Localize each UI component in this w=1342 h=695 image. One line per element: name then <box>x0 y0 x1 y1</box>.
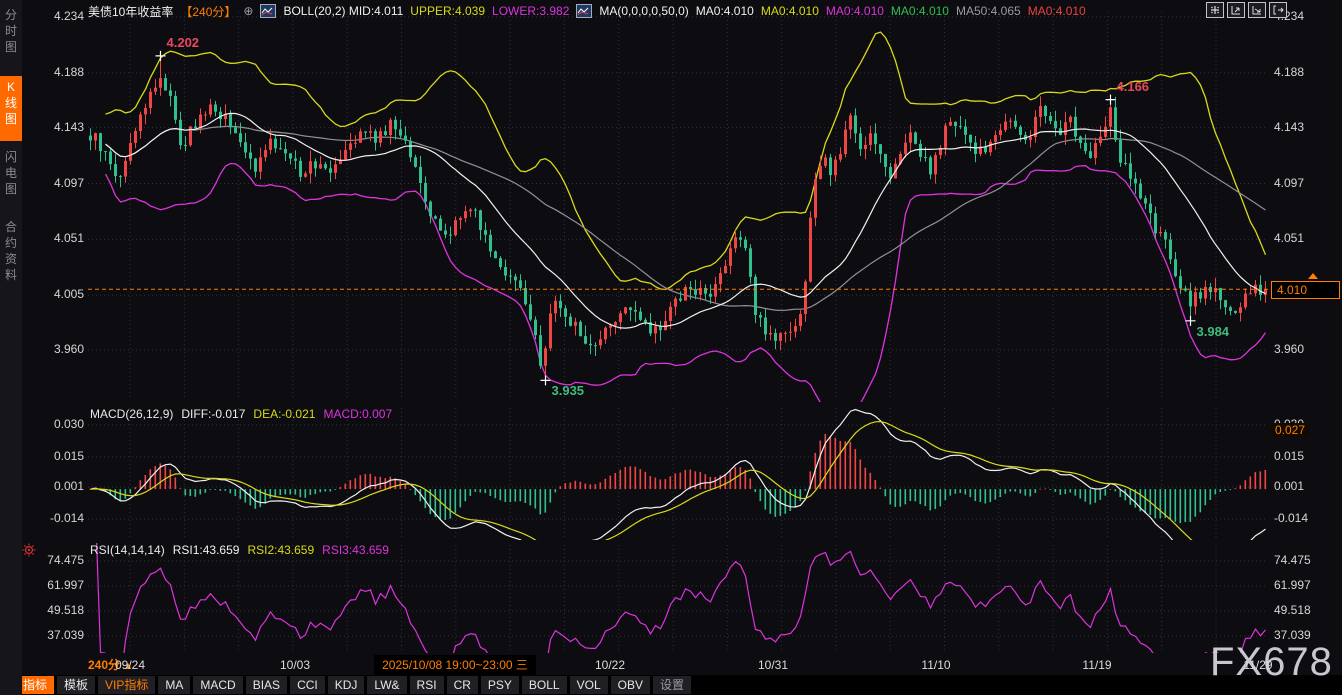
axis-label-right: 4.051 <box>1274 231 1342 245</box>
axis-label-left: 4.234 <box>26 9 84 23</box>
ma-value-label: MA0:4.010 <box>1028 4 1086 18</box>
toolbar-button-kdj[interactable]: KDJ <box>328 676 365 694</box>
rsi1-label: RSI1:43.659 <box>173 543 240 557</box>
macd-diff-label: DIFF:-0.017 <box>181 407 245 421</box>
date-axis-label: 09/24 <box>115 655 145 675</box>
ma-indicator-icon[interactable] <box>576 4 592 18</box>
axis-label-right: 74.475 <box>1274 553 1342 567</box>
axis-label-left: 61.997 <box>26 578 84 592</box>
fx678-watermark: FX678 <box>1210 640 1333 685</box>
current-price-tag: 4.010 <box>1271 281 1340 299</box>
macd-dea-label: DEA:-0.021 <box>253 407 315 421</box>
axis-label-right: 0.001 <box>1274 479 1342 493</box>
alert-sun-icon[interactable] <box>22 543 36 557</box>
toolbar-button-boll[interactable]: BOLL <box>522 676 567 694</box>
toolbar-button-bias[interactable]: BIAS <box>246 676 287 694</box>
indicator-toolbar: 指标模板VIP指标MAMACDBIASCCIKDJLW&RSICRPSYBOLL… <box>16 675 691 695</box>
toolbar-button-cr[interactable]: CR <box>447 676 478 694</box>
ma-value-label: MA0:4.010 <box>891 4 949 18</box>
low-price-annotation: 3.935 <box>552 383 585 398</box>
ma-value-label: MA0:4.010 <box>761 4 819 18</box>
price-up-arrow-icon <box>1308 273 1318 279</box>
chart-type-sidebar: 分时图 K线图闪电图合约资料 <box>0 0 22 695</box>
rsi-panel-header: RSI(14,14,14) RSI1:43.659 RSI2:43.659 RSI3:… <box>90 543 397 559</box>
macd-macd-label: MACD:0.007 <box>323 407 392 421</box>
rsi3-label: RSI3:43.659 <box>322 543 389 557</box>
high-price-annotation: 4.202 <box>167 35 200 50</box>
rsi-name-label: RSI(14,14,14) <box>90 543 165 557</box>
boll-upper-label: UPPER:4.039 <box>410 4 485 18</box>
axis-label-left: -0.014 <box>26 511 84 525</box>
date-axis-label: 11/19 <box>1082 655 1111 675</box>
axis-label-right: 3.960 <box>1274 342 1342 356</box>
toolbar-button-psy[interactable]: PSY <box>481 676 519 694</box>
sidebar-tab-kline-chart[interactable]: K线图 <box>0 76 22 141</box>
instrument-title: 美债10年收益率 <box>88 3 173 20</box>
toolbar-button-vip[interactable]: VIP指标 <box>98 676 155 694</box>
zoom-y-icon[interactable] <box>1227 2 1245 18</box>
axis-label-left: 4.051 <box>26 231 84 245</box>
boll-indicator-icon[interactable] <box>260 4 276 18</box>
axis-label-right: 49.518 <box>1274 603 1342 617</box>
crosshair-date-label: 2025/10/08 19:00~23:00 三 <box>374 655 536 675</box>
ma-value-label: MA0:4.010 <box>696 4 754 18</box>
date-axis-label: 10/22 <box>595 655 625 675</box>
axis-label-left: 0.015 <box>26 449 84 463</box>
date-axis-label: 10/31 <box>758 655 788 675</box>
low-price-annotation: 3.984 <box>1197 324 1230 339</box>
axis-label-right: 4.097 <box>1274 176 1342 190</box>
axis-label-left: 0.001 <box>26 479 84 493</box>
macd-name-label: MACD(26,12,9) <box>90 407 173 421</box>
chart-background[interactable] <box>22 0 1342 675</box>
axis-label-right: 0.015 <box>1274 449 1342 463</box>
axis-label-right: 4.143 <box>1274 120 1342 134</box>
sidebar-tab-contract-info[interactable]: 合约资料 <box>0 216 22 301</box>
toolbar-button-obv[interactable]: OBV <box>611 676 650 694</box>
toolbar-button-[interactable]: 模板 <box>57 676 95 694</box>
axis-label-left: 0.030 <box>26 417 84 431</box>
date-axis-label: 10/03 <box>280 655 310 675</box>
axis-label-left: 4.143 <box>26 120 84 134</box>
toolbar-button-rsi[interactable]: RSI <box>410 676 444 694</box>
axis-label-left: 49.518 <box>26 603 84 617</box>
ma-value-label: MA0:4.010 <box>826 4 884 18</box>
axis-label-right: 61.997 <box>1274 578 1342 592</box>
crosshair-icon[interactable] <box>1206 2 1224 18</box>
sidebar-tab-time-chart[interactable]: 分时图 <box>0 4 22 69</box>
ma-group-label: MA(0,0,0,0,50,0) <box>599 4 688 18</box>
macd-current-value-tag: 0.027 <box>1271 423 1309 437</box>
boll-label: BOLL(20,2) MID:4.011 <box>283 4 403 18</box>
toolbar-button-lw[interactable]: LW& <box>367 676 406 694</box>
toolbar-button-cci[interactable]: CCI <box>290 676 325 694</box>
toolbar-button-[interactable]: 设置 <box>653 676 691 694</box>
axis-label-left: 3.960 <box>26 342 84 356</box>
rsi2-label: RSI2:43.659 <box>247 543 314 557</box>
boll-lower-label: LOWER:3.982 <box>492 4 569 18</box>
axis-label-right: 4.188 <box>1274 65 1342 79</box>
axis-label-left: 4.188 <box>26 65 84 79</box>
toolbar-button-vol[interactable]: VOL <box>570 676 608 694</box>
ma-value-label: MA50:4.065 <box>956 4 1021 18</box>
toolbar-button-macd[interactable]: MACD <box>193 676 242 694</box>
axis-label-left: 4.005 <box>26 287 84 301</box>
chart-header: 美债10年收益率【240分】 ⊕ BOLL(20,2) MID:4.011 UPPER… <box>88 2 1093 20</box>
period-tag[interactable]: 【240分】 <box>180 3 236 20</box>
date-axis-label: 11/10 <box>921 655 950 675</box>
macd-panel-header: MACD(26,12,9) DIFF:-0.017 DEA:-0.021 MACD:0… <box>90 407 400 423</box>
zoom-x-icon[interactable] <box>1248 2 1266 18</box>
high-price-annotation: 4.166 <box>1117 79 1150 94</box>
axis-label-left: 37.039 <box>26 628 84 642</box>
trading-app-window: 美债10年收益率【240分】 ⊕ BOLL(20,2) MID:4.011 UPPER… <box>0 0 1342 695</box>
axis-label-left: 4.097 <box>26 176 84 190</box>
collapse-icon[interactable]: ⊕ <box>243 4 253 18</box>
axis-label-right: -0.014 <box>1274 511 1342 525</box>
pan-right-icon[interactable] <box>1269 2 1287 18</box>
date-axis-row: 240分 ▲ 2025/10/08 19:00~23:00 三 09/2410/… <box>22 655 1342 675</box>
chart-window-buttons <box>1206 2 1287 18</box>
sidebar-tab-flash-chart[interactable]: 闪电图 <box>0 146 22 211</box>
toolbar-button-ma[interactable]: MA <box>158 676 190 694</box>
